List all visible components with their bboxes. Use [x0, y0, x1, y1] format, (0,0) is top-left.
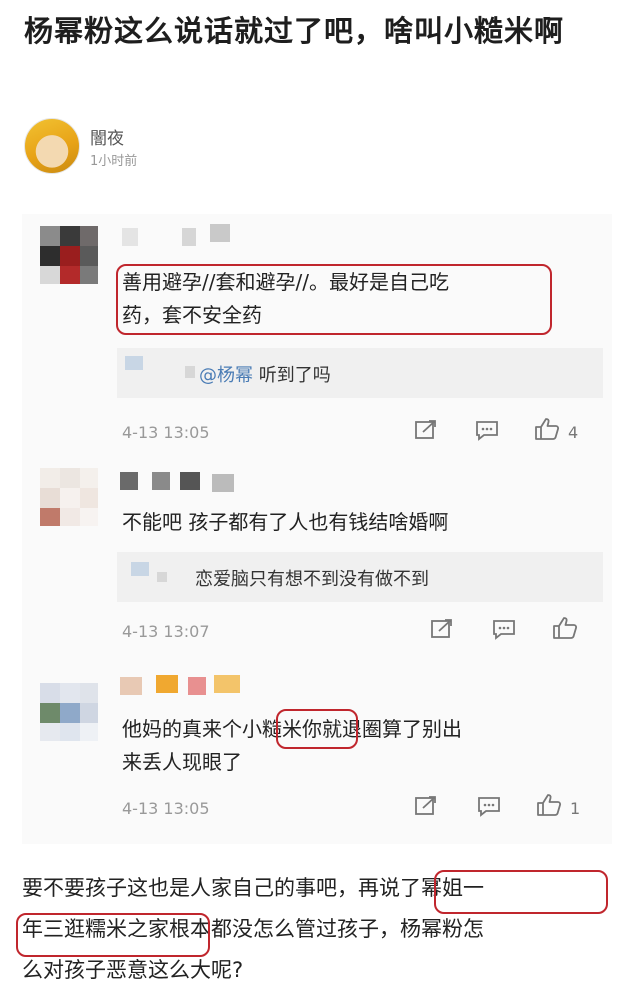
- comment-item: 不能吧 孩子都有了人也有钱结啥婚啊 恋爱脑只有想不到没有做不到 4-13 13:…: [22, 464, 612, 659]
- comment-time: 4-13 13:05: [122, 423, 210, 442]
- mention-link[interactable]: @杨幂: [199, 365, 253, 386]
- blurred-username: [120, 472, 138, 490]
- comment-item: 善用避孕//套和避孕//。最好是自己吃 药，套不安全药 @杨幂 听到了吗 4-1…: [22, 214, 612, 459]
- blurred-username: [180, 472, 200, 490]
- blurred-username: [210, 224, 230, 242]
- like-count: 4: [568, 423, 579, 442]
- post-time: 1小时前: [90, 154, 138, 169]
- highlight-box: [434, 870, 608, 914]
- reply-content: 听到了吗: [253, 365, 331, 386]
- reply-text: @杨幂 听到了吗: [199, 361, 331, 387]
- like-icon[interactable]: [552, 616, 578, 640]
- like-icon[interactable]: [536, 793, 562, 817]
- pixelated-avatar: [40, 468, 98, 526]
- blurred-username: [152, 472, 170, 490]
- text-segment: 要不要孩子这也是人家自己的事吧，: [22, 876, 358, 900]
- author-avatar[interactable]: [24, 118, 80, 174]
- comment-time: 4-13 13:05: [122, 799, 210, 818]
- share-icon[interactable]: [414, 419, 438, 441]
- blurred-username: [156, 675, 178, 693]
- blurred-username: [182, 228, 196, 246]
- like-count: 1: [570, 799, 581, 818]
- comment-line: 来丢人现眼了: [122, 750, 242, 774]
- comment-screenshot: 善用避孕//套和避孕//。最好是自己吃 药，套不安全药 @杨幂 听到了吗 4-1…: [22, 214, 612, 844]
- comment-icon[interactable]: [475, 419, 499, 441]
- author-name[interactable]: 闇夜: [90, 124, 124, 149]
- comment-icon[interactable]: [477, 795, 501, 817]
- blurred-username: [212, 474, 234, 492]
- reply-box[interactable]: 恋爱脑只有想不到没有做不到: [117, 552, 603, 602]
- comment-text: 不能吧 孩子都有了人也有钱结啥婚啊: [122, 510, 449, 534]
- share-icon[interactable]: [414, 795, 438, 817]
- comment-icon[interactable]: [492, 618, 516, 640]
- like-icon[interactable]: [534, 417, 560, 441]
- highlight-box: [16, 913, 210, 957]
- comment-item: 他妈的真来个小糙米你就退圈算了别出 来丢人现眼了 4-13 13:05 1: [22, 669, 612, 844]
- vip-badge: [214, 675, 240, 693]
- highlight-box: [276, 709, 358, 749]
- reply-box[interactable]: @杨幂 听到了吗: [117, 348, 603, 398]
- highlight-box: [116, 264, 552, 335]
- text-segment: 他妈的真来个: [122, 717, 242, 741]
- blurred-username: [122, 228, 138, 246]
- text-segment: 根本都没怎么管过孩子，杨幂粉怎: [169, 917, 484, 941]
- reply-text: 恋爱脑只有想不到没有做不到: [195, 569, 429, 590]
- share-icon[interactable]: [430, 618, 454, 640]
- pixelated-avatar: [40, 683, 98, 741]
- article-title: 杨幂粉这么说话就过了吧，啥叫小糙米啊: [24, 14, 565, 48]
- blurred-username: [120, 677, 142, 695]
- comment-time: 4-13 13:07: [122, 622, 210, 641]
- pixelated-avatar: [40, 226, 98, 284]
- blurred-username: [188, 677, 206, 695]
